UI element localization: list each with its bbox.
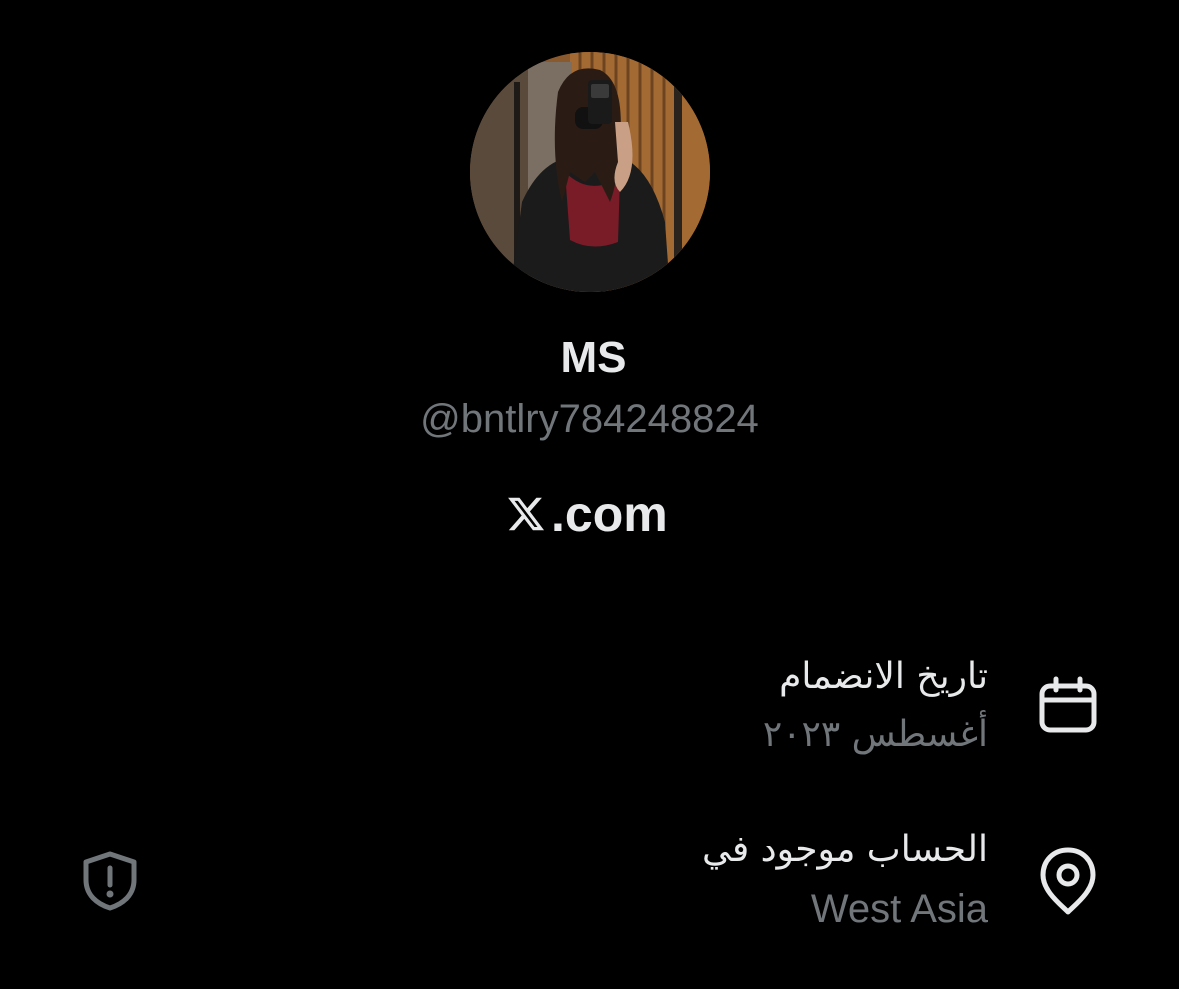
- account-location-title: الحساب موجود في: [701, 829, 988, 870]
- avatar-photo: [470, 52, 710, 292]
- calendar-icon: [1039, 676, 1097, 733]
- x-logo-icon: [508, 497, 545, 531]
- profile-avatar[interactable]: [470, 52, 710, 292]
- shield-alert-icon[interactable]: [80, 850, 140, 912]
- display-name: MS: [560, 333, 627, 382]
- user-handle: @bntlry784248824: [420, 397, 759, 441]
- joined-date-value: أغسطس ٢٠٢٣: [762, 714, 988, 755]
- account-location-value: West Asia: [810, 887, 988, 931]
- website-text: .com: [551, 486, 668, 542]
- location-pin-icon: [1040, 847, 1096, 915]
- joined-date-title: تاريخ الانضمام: [779, 656, 988, 697]
- website-link[interactable]: .com: [505, 484, 668, 544]
